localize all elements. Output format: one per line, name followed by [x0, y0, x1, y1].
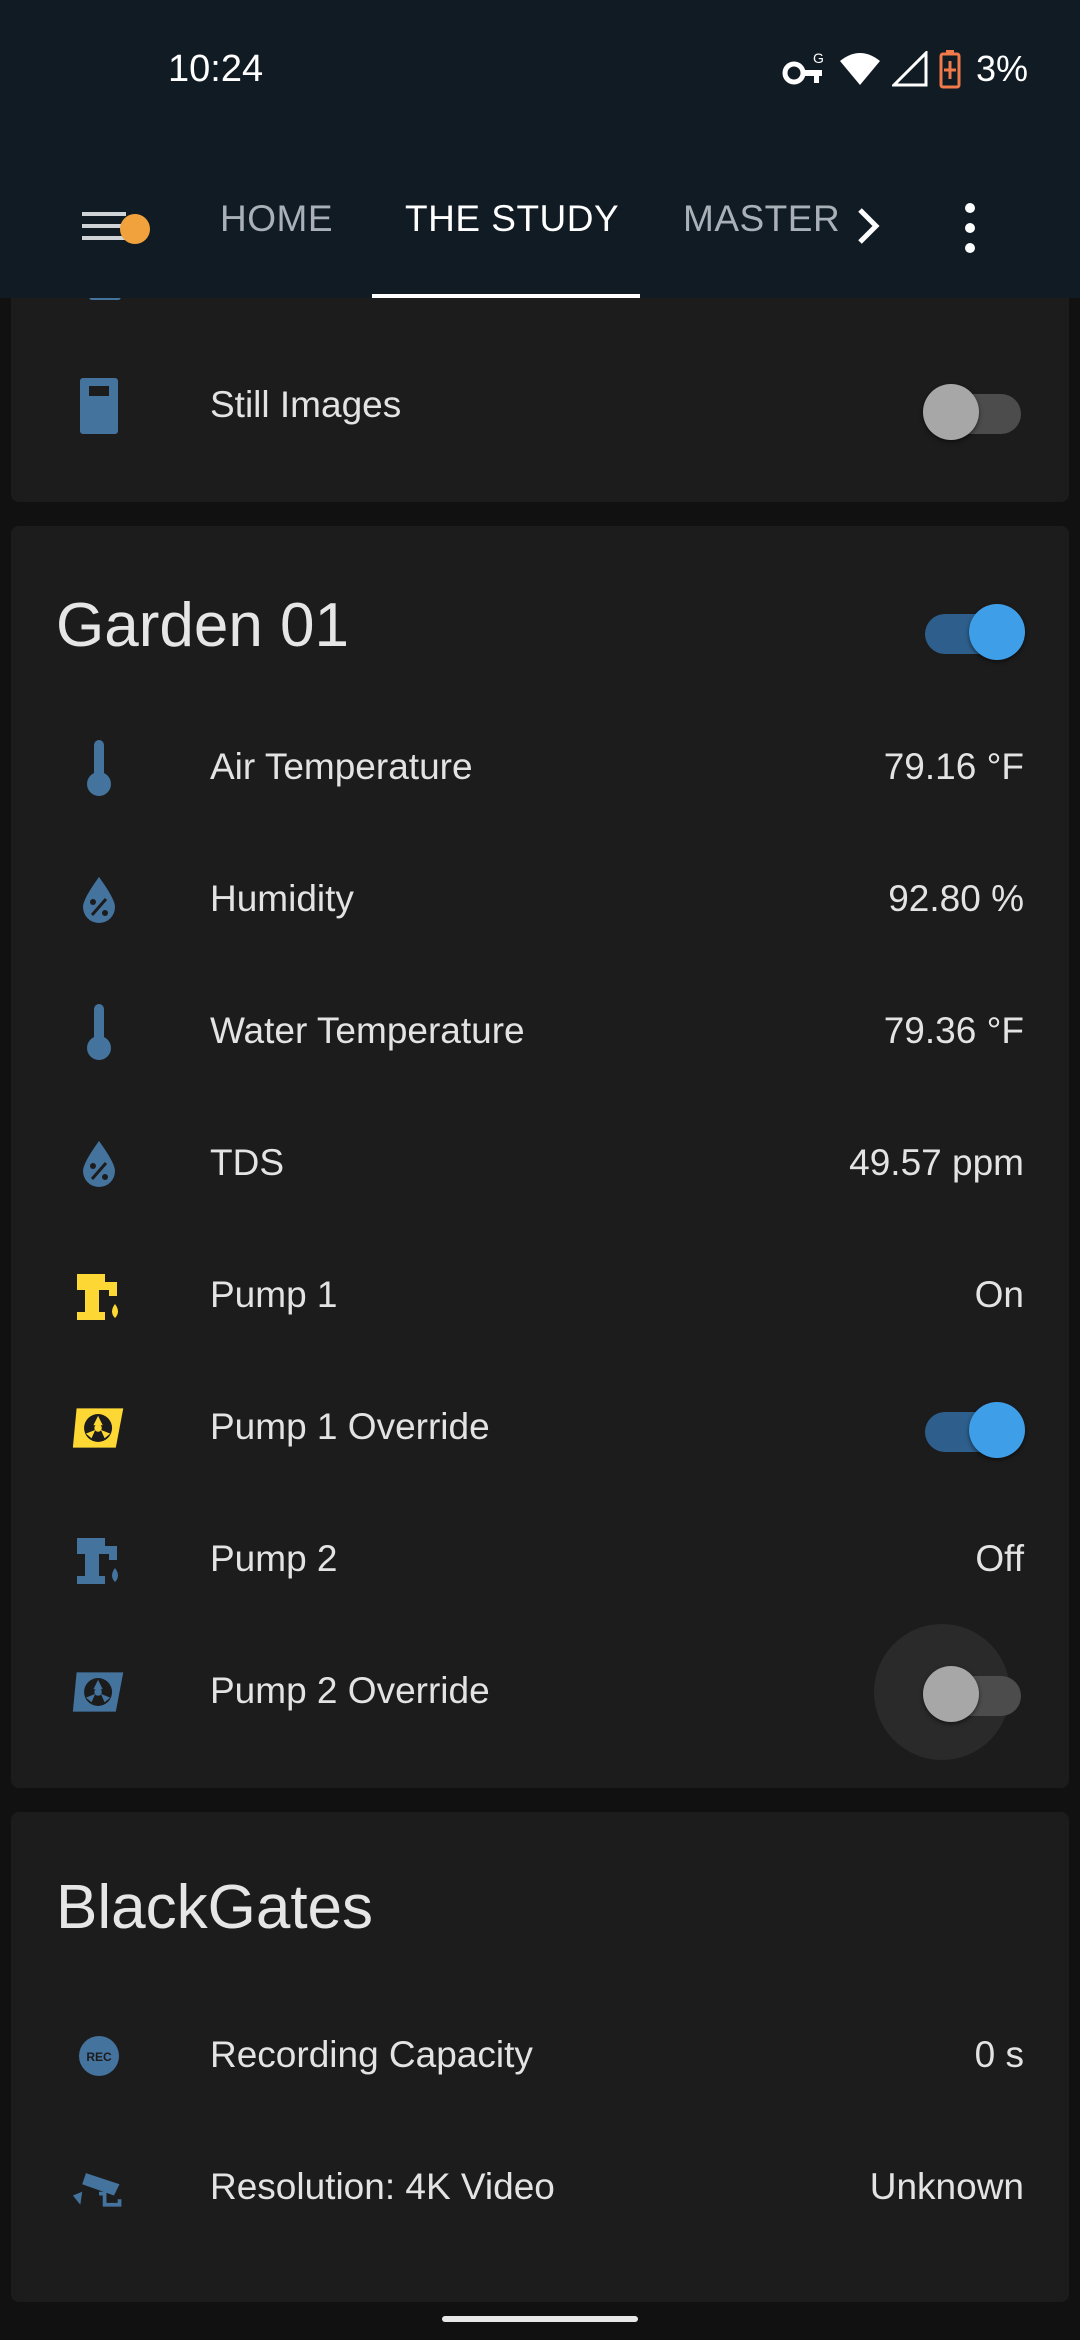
row-label: Pump 2 Override — [210, 1670, 490, 1711]
row-value: Off — [975, 1538, 1024, 1579]
vpn-key-icon: G — [782, 50, 824, 85]
battery-low-icon — [939, 50, 961, 89]
overflow-menu-icon[interactable] — [950, 196, 990, 260]
row-label: Resolution: 4K Video — [210, 2166, 555, 2207]
list-item-air-temperature[interactable]: Air Temperature 79.16 °F — [11, 712, 1069, 822]
list-item-pump-2[interactable]: Pump 2 Off — [11, 1504, 1069, 1614]
garden-card: Garden 01 Air Temperature 79.16 °F Humid… — [11, 526, 1069, 1788]
list-item-pump-1[interactable]: Pump 1 On — [11, 1240, 1069, 1350]
garden-toggle[interactable] — [923, 596, 1025, 660]
row-label: Recording Capacity — [210, 2034, 533, 2075]
list-item-recording-capacity[interactable]: REC Recording Capacity 0 s — [11, 2000, 1069, 2110]
still-images-toggle[interactable] — [923, 376, 1023, 440]
water-pump-icon — [71, 1268, 127, 1324]
menu-button[interactable] — [80, 190, 160, 270]
row-value: On — [974, 1274, 1024, 1315]
gesture-nav-handle[interactable] — [442, 2316, 638, 2322]
list-item-resolution[interactable]: Resolution: 4K Video Unknown — [11, 2132, 1069, 2242]
tab-master[interactable]: MASTER — [683, 198, 840, 240]
svg-text:REC: REC — [86, 2050, 112, 2064]
card-title: BlackGates — [56, 1873, 374, 1942]
blackgates-card: BlackGates REC Recording Capacity 0 s Re… — [11, 1812, 1069, 2302]
row-label: TDS — [210, 1142, 284, 1183]
thermometer-icon — [71, 1004, 127, 1060]
row-value: 92.80 % — [888, 878, 1024, 919]
list-item-pump-2-override[interactable]: Pump 2 Override — [11, 1624, 1069, 1760]
row-label: Pump 1 — [210, 1274, 338, 1315]
water-pump-icon — [71, 1532, 127, 1588]
row-label: Humidity — [210, 878, 354, 919]
water-percent-icon — [71, 1136, 127, 1192]
row-label: Still Images — [210, 384, 402, 425]
pump-2-override-toggle[interactable] — [923, 1658, 1023, 1722]
row-value: Unknown — [869, 2166, 1024, 2207]
fan-icon — [71, 1400, 127, 1456]
row-label: Pump 1 Override — [210, 1406, 490, 1447]
active-tab-indicator — [372, 294, 640, 298]
cctv-icon — [71, 2160, 127, 2216]
row-value: 79.36 °F — [883, 1010, 1024, 1051]
status-time: 10:24 — [168, 48, 264, 90]
card-title: Garden 01 — [56, 591, 349, 660]
svg-text:G: G — [813, 50, 824, 66]
record-rec-icon: REC — [71, 2028, 127, 2084]
list-item-tds[interactable]: TDS 49.57 ppm — [11, 1108, 1069, 1218]
wifi-icon — [839, 53, 880, 85]
battery-percent: 3% — [975, 48, 1028, 89]
list-item-still-images: Still Images — [11, 350, 1069, 460]
row-label: Air Temperature — [210, 746, 473, 787]
row-value: 49.57 ppm — [849, 1142, 1024, 1183]
pump-1-override-toggle[interactable] — [923, 1394, 1025, 1458]
list-item-pump-1-override[interactable]: Pump 1 Override — [11, 1372, 1069, 1482]
row-value: 79.16 °F — [883, 746, 1024, 787]
thermometer-icon — [71, 740, 127, 796]
list-item-humidity[interactable]: Humidity 92.80 % — [11, 844, 1069, 954]
app-header: 10:24 G 3% HOME THE STUDY MASTER — [0, 0, 1080, 298]
list-item-water-temperature[interactable]: Water Temperature 79.36 °F — [11, 976, 1069, 1086]
tab-home[interactable]: HOME — [220, 198, 333, 240]
water-percent-icon — [71, 872, 127, 928]
row-label: Pump 2 — [210, 1538, 338, 1579]
row-value: 0 s — [974, 2034, 1024, 2075]
notification-dot — [120, 214, 150, 244]
fan-icon — [71, 1664, 127, 1720]
chevron-right-icon[interactable] — [848, 202, 888, 250]
tab-bar: HOME THE STUDY MASTER — [0, 160, 1080, 298]
camera-icon — [71, 378, 127, 434]
row-label: Water Temperature — [210, 1010, 525, 1051]
status-icons: G 3% — [782, 44, 1028, 94]
signal-icon — [891, 51, 928, 87]
tab-the-study[interactable]: THE STUDY — [405, 198, 619, 240]
